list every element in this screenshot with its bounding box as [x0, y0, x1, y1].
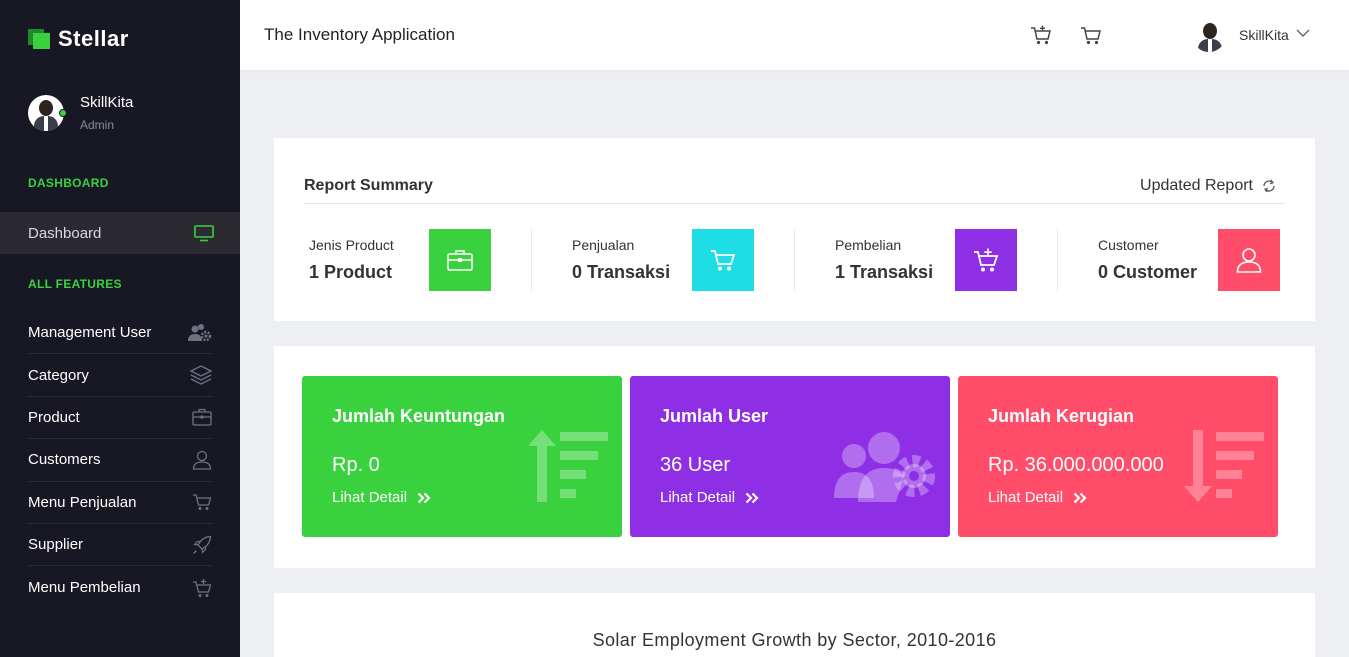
sidebar-profile: SkillKita Admin [28, 94, 133, 132]
section-label-dashboard: DASHBOARD [28, 176, 109, 190]
tile-value: Rp. 0 [332, 454, 380, 476]
tile-title: Jumlah Keuntungan [332, 406, 506, 426]
user-icon [192, 450, 212, 470]
stat-icon-box [1218, 229, 1280, 291]
app-title: The Inventory Application [264, 25, 455, 44]
lihat-detail-link[interactable]: Lihat Detail [332, 489, 431, 506]
stat-separator [794, 229, 795, 291]
tile-value: Rp. 36.000.000.000 [988, 454, 1164, 476]
sidebar-item-label: Menu Pembelian [28, 579, 141, 597]
briefcase-icon [447, 250, 473, 271]
rocket-icon [193, 535, 212, 554]
brand-logo-icon [28, 29, 50, 49]
sidebar-item-label: Customers [28, 451, 101, 469]
sort-descending-icon [1184, 430, 1264, 502]
double-chevron-right-icon [417, 492, 431, 503]
monitor-icon [194, 225, 214, 242]
updated-report-label: Updated Report [1140, 177, 1253, 194]
user-icon [1236, 248, 1262, 273]
sidebar-item-category[interactable]: Category [28, 354, 212, 397]
chart-title: Solar Employment Growth by Sector, 2010-… [592, 630, 997, 650]
stat-label: Jenis Product [309, 237, 394, 253]
section-label-features: ALL FEATURES [28, 277, 122, 291]
summary-tiles-card: Jumlah Keuntungan Rp. 0 Lihat Detail Jum… [274, 346, 1315, 568]
sidebar-item-menu-penjualan[interactable]: Menu Penjualan [28, 482, 212, 524]
tile-title: Jumlah User [660, 406, 769, 426]
profile-role: Admin [80, 118, 115, 132]
lihat-detail-link[interactable]: Lihat Detail [660, 489, 759, 506]
stat-label: Penjualan [572, 237, 635, 253]
stat-value: 1 Transaksi [835, 262, 934, 282]
stat-value: 0 Customer [1098, 262, 1198, 282]
lihat-detail-link[interactable]: Lihat Detail [988, 489, 1087, 506]
cart-icon[interactable] [1080, 24, 1102, 46]
report-summary-card: Report Summary Updated Report Jenis Prod… [274, 138, 1315, 321]
sidebar-item-label: Category [28, 366, 89, 384]
chart-card: Solar Employment Growth by Sector, 2010-… [274, 593, 1315, 657]
sort-ascending-icon [528, 430, 608, 502]
sidebar-item-label: Menu Penjualan [28, 493, 137, 511]
tile-title: Jumlah Kerugian [988, 406, 1135, 426]
sidebar-item-customers[interactable]: Customers [28, 439, 212, 482]
stat-label: Customer [1098, 237, 1159, 253]
brand-name: Stellar [58, 26, 129, 51]
link-label: Lihat Detail [660, 489, 736, 506]
stat-label: Pembelian [835, 237, 902, 253]
stat-separator [531, 229, 532, 291]
users-gear-icon [834, 432, 935, 502]
sidebar: Stellar SkillKita Admin DASHBOARD Dashbo… [0, 0, 240, 657]
stat-separator [1057, 229, 1058, 291]
sidebar-item-management-user[interactable]: Management User [28, 312, 212, 355]
cart-plus-icon[interactable] [1030, 24, 1052, 46]
sidebar-item-product[interactable]: Product [28, 397, 212, 440]
stat-value: 0 Transaksi [572, 262, 671, 282]
header-avatar[interactable] [1192, 18, 1226, 52]
sidebar-item-label: Management User [28, 324, 152, 342]
sidebar-item-label: Dashboard [28, 224, 102, 242]
cart-plus-icon [193, 578, 212, 597]
tile-value: 36 User [660, 454, 731, 476]
sidebar-menu: Management User Category Product Custome… [28, 312, 212, 609]
online-status-dot [59, 109, 67, 117]
sidebar-item-dashboard[interactable]: Dashboard [0, 212, 240, 254]
top-header: The Inventory Application SkillKita [240, 0, 1349, 70]
users-gear-icon [188, 323, 212, 341]
double-chevron-right-icon [745, 492, 759, 503]
stat-icon-box [429, 229, 491, 291]
report-title: Report Summary [304, 177, 433, 194]
refresh-icon [1263, 179, 1275, 193]
brand[interactable]: Stellar [28, 26, 129, 52]
tile-kerugian: Jumlah Kerugian Rp. 36.000.000.000 Lihat… [958, 376, 1278, 537]
link-label: Lihat Detail [988, 489, 1064, 506]
header-username[interactable]: SkillKita [1239, 27, 1289, 43]
sidebar-item-supplier[interactable]: Supplier [28, 524, 212, 567]
cart-icon [711, 250, 736, 271]
layers-icon [190, 365, 212, 385]
stat-icon-box [692, 229, 754, 291]
profile-name: SkillKita [80, 94, 134, 111]
stat-icon-box [955, 229, 1017, 291]
sidebar-item-menu-pembelian[interactable]: Menu Pembelian [28, 566, 212, 608]
tile-keuntungan: Jumlah Keuntungan Rp. 0 Lihat Detail [302, 376, 622, 537]
cart-icon [193, 494, 212, 511]
updated-report-button[interactable]: Updated Report [1140, 177, 1277, 195]
chevron-down-icon[interactable] [1296, 28, 1310, 38]
sidebar-item-label: Supplier [28, 536, 84, 554]
link-label: Lihat Detail [332, 489, 408, 506]
sidebar-item-label: Product [28, 408, 80, 426]
briefcase-icon [192, 409, 212, 427]
stat-value: 1 Product [309, 262, 393, 282]
double-chevron-right-icon [1073, 492, 1087, 503]
divider [304, 203, 1285, 204]
cart-plus-icon [974, 248, 999, 272]
tile-user: Jumlah User 36 User Lihat Detail [630, 376, 950, 537]
